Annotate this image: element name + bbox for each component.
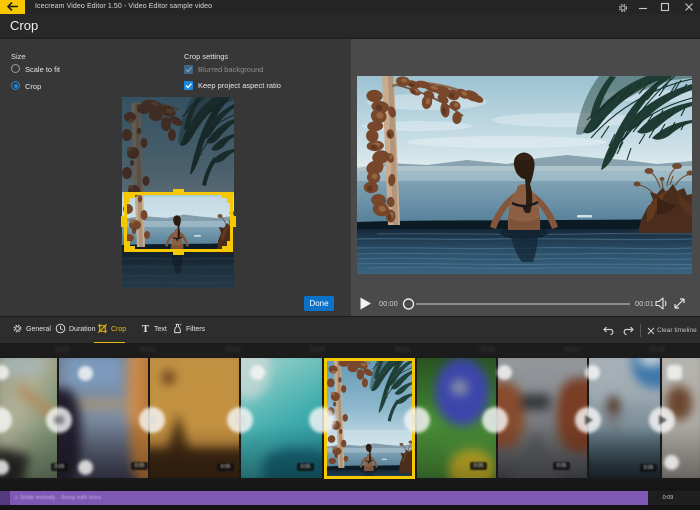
svg-text:T: T [142,323,150,334]
